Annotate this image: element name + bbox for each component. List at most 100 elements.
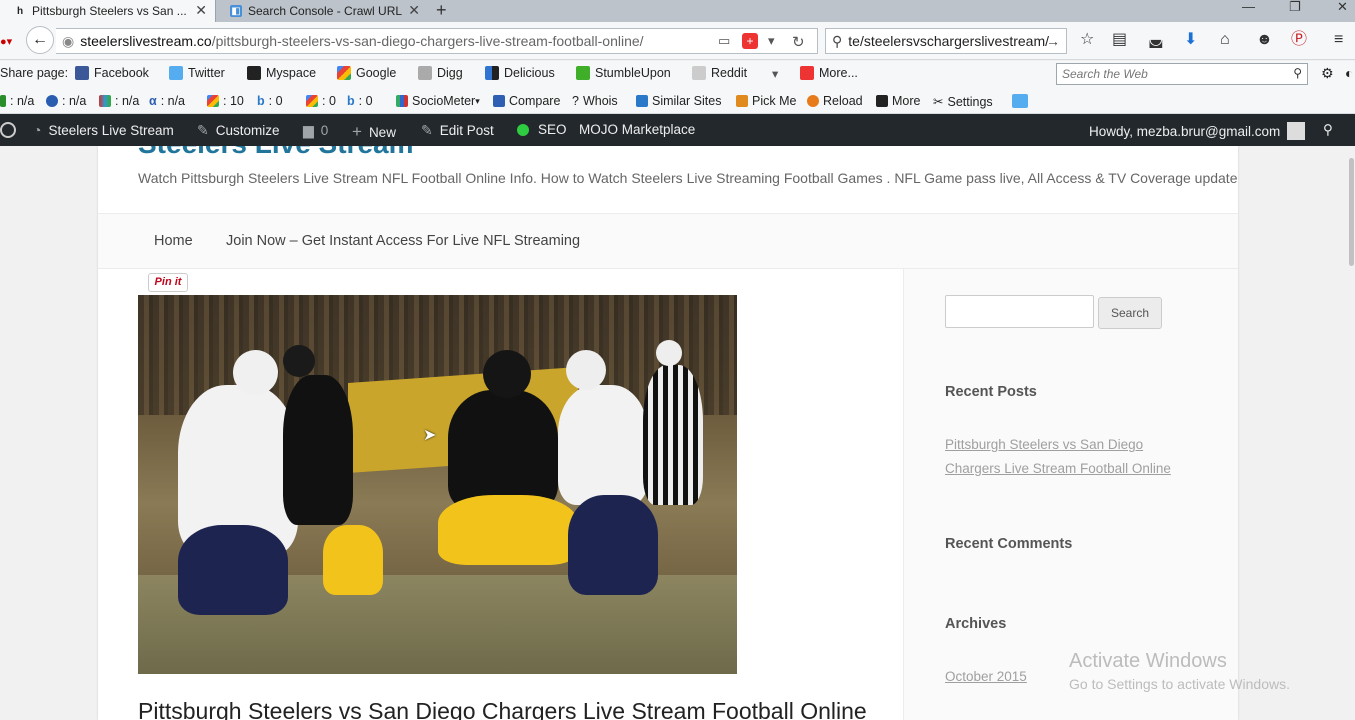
search-icon[interactable]: ⚲ [1293,66,1302,80]
scrollbar-thumb[interactable] [1349,158,1354,266]
pick-me-icon [736,95,748,107]
plus-icon [800,66,814,80]
tab-search-console[interactable]: ◧ Search Console - Crawl URL ✕ [216,0,428,22]
go-arrow-icon[interactable]: → [1046,33,1060,49]
archive-link[interactable]: October 2015 [945,665,1045,689]
twitter-icon [1012,94,1028,108]
share-digg[interactable]: Digg [418,66,463,80]
share-google[interactable]: Google [337,66,396,80]
seo-google-links[interactable]: : 0 [306,94,336,108]
post-title[interactable]: Pittsburgh Steelers vs San Diego Charger… [138,698,867,720]
wrench-icon: ✂ [933,95,944,109]
seo-sociometer[interactable]: SocioMeter ▾ [396,94,480,108]
reload-icon[interactable]: ↻ [792,33,805,51]
google-icon [306,95,318,107]
seo-pagerank[interactable]: : n/a [0,94,34,108]
seo-reload[interactable]: Reload [807,94,863,108]
menu-item-home[interactable]: Home [154,233,193,249]
addon-plus-icon[interactable]: + [742,33,758,49]
bing-icon: b [347,94,355,108]
search-field-value: te/steelersvschargerslivestream/ [848,33,1050,49]
share-delicious[interactable]: Delicious [485,66,555,80]
new-tab-button[interactable]: + [436,0,447,20]
archives-heading: Archives [945,616,1007,632]
close-icon[interactable]: ✕ [195,2,207,19]
admin-edit-post[interactable]: ✎ Edit Post [421,122,494,139]
dropdown-icon[interactable]: ▾ [768,33,775,49]
search-icon: ⚲ [832,32,843,49]
site-title[interactable]: Steelers Live Stream [138,146,414,160]
seo-compare[interactable]: Compare [493,94,560,108]
tab-steelers[interactable]: h Pittsburgh Steelers vs San ... ✕ [0,0,216,22]
sidebar-search-input[interactable] [945,295,1094,328]
menu-item-join-now[interactable]: Join Now – Get Instant Access For Live N… [226,233,580,249]
extension-icon[interactable]: ◐ [1345,65,1353,81]
seo-compete[interactable]: : n/a [99,94,139,108]
share-more[interactable]: More... [800,66,858,80]
admin-site-name[interactable]: ◔ Steelers Live Stream [33,122,174,138]
activate-windows-title: Activate Windows [1069,650,1227,672]
search-field[interactable]: ⚲ te/steelersvschargerslivestream/ → [825,28,1067,54]
close-icon[interactable]: ✕ [408,2,420,19]
twitter-extension[interactable] [1012,94,1032,108]
share-facebook[interactable]: Facebook [75,66,149,80]
pocket-icon[interactable]: ◛ [1148,30,1164,50]
home-icon[interactable]: ⌂ [1220,30,1230,50]
admin-new[interactable]: + New [352,122,396,142]
seo-whois[interactable]: ? Whois [572,94,618,108]
admin-mojo-marketplace[interactable]: MOJO Marketplace [579,122,695,137]
wp-admin-bar: ◔ Steelers Live Stream ✎ Customize ▆ 0 + New… [0,114,1355,146]
window-close-button[interactable]: ✕ [1337,0,1348,14]
seo-similar-sites[interactable]: Similar Sites [636,94,721,108]
share-reddit[interactable]: Reddit [692,66,747,80]
pin-it-button[interactable]: Pin it [148,273,188,292]
restore-button[interactable]: ❐ [1289,0,1301,14]
digg-icon [418,66,432,80]
pinterest-icon[interactable]: Ⓟ [1291,30,1307,50]
chevron-down-icon: ▾ [772,67,779,81]
seo-google-index[interactable]: : 10 [207,94,244,108]
seo-bing-index[interactable]: b: 0 [257,94,283,108]
url-bar[interactable]: ◉ steelerslivestream.co/pittsburgh-steel… [56,28,818,54]
bar-chart-icon [396,95,408,107]
pencil-icon: ✎ [421,122,433,138]
history-dropdown-icon[interactable]: ●▾ [0,32,12,52]
navigation-bar: ●▾ ← ◉ steelerslivestream.co/pittsburgh-… [0,22,1355,60]
menu-icon[interactable]: ≡ [1334,30,1343,50]
facebook-icon [75,66,89,80]
web-search-input[interactable]: Search the Web ⚲ [1056,63,1308,85]
share-stumbleupon[interactable]: StumbleUpon [576,66,671,80]
seo-bing-links[interactable]: b: 0 [347,94,373,108]
share-myspace[interactable]: Myspace [247,66,316,80]
seo-settings[interactable]: ✂ Settings [933,94,993,110]
seo-more[interactable]: More [876,94,920,108]
admin-search-icon[interactable]: ⚲ [1323,122,1333,138]
twitter-icon [169,66,183,80]
reading-list-icon[interactable]: ▤ [1112,30,1127,50]
google-icon [207,95,219,107]
reader-view-icon[interactable]: ▭ [718,33,730,49]
back-button[interactable]: ← [26,26,54,54]
seo-quantcast[interactable]: α: n/a [149,94,185,108]
download-icon[interactable]: ⬇ [1184,30,1197,50]
admin-customize[interactable]: ✎ Customize [197,122,280,139]
chat-icon[interactable]: ☻ [1256,30,1273,50]
admin-seo[interactable]: SEO [517,122,567,137]
sidebar-search-button[interactable]: Search [1098,297,1162,329]
minimize-button[interactable]: — [1242,0,1255,14]
activate-windows-subtitle: Go to Settings to activate Windows. [1069,676,1290,692]
wordpress-icon: h [16,5,24,17]
back-arrow-icon: ← [32,31,48,48]
share-twitter[interactable]: Twitter [169,66,225,80]
similar-sites-icon [636,95,648,107]
bookmark-star-icon[interactable]: ☆ [1080,30,1094,50]
recent-post-link[interactable]: Pittsburgh Steelers vs San Diego Charger… [945,433,1195,481]
mouse-cursor-icon: ➤ [423,427,437,444]
seo-alexa[interactable]: : n/a [46,94,86,108]
admin-comments[interactable]: ▆ 0 [303,122,328,139]
settings-gear-icon[interactable]: ⚙ [1321,65,1334,82]
wordpress-logo-icon[interactable] [0,122,16,138]
share-dropdown[interactable]: ▾ [772,66,778,81]
admin-account[interactable]: Howdy, mezba.brur@gmail.com [1089,122,1306,140]
seo-pick-me[interactable]: Pick Me [736,94,796,108]
